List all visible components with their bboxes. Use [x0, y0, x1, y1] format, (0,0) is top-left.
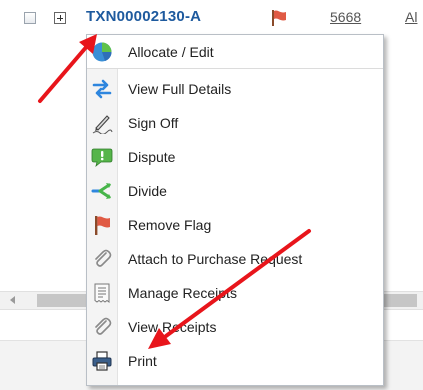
- scroll-left-icon[interactable]: [10, 296, 15, 304]
- expand-row-icon[interactable]: [54, 12, 66, 24]
- transaction-id[interactable]: TXN00002130-A: [86, 8, 201, 25]
- receipt-icon: [94, 283, 110, 303]
- row-checkbox[interactable]: [24, 12, 36, 24]
- app-screen: TXN00002130-A 5668 Al Allocate / Edit Vi…: [0, 0, 423, 390]
- menu-item-sign-off[interactable]: Sign Off: [87, 106, 383, 139]
- menu-item-label: Remove Flag: [128, 217, 212, 233]
- next-column-link[interactable]: Al: [405, 9, 417, 25]
- menu-item-divide[interactable]: Divide: [87, 174, 383, 207]
- menu-item-dispute[interactable]: Dispute: [87, 140, 383, 173]
- amount-link[interactable]: 5668: [330, 9, 361, 25]
- menu-item-view-receipts[interactable]: View Receipts: [87, 310, 383, 343]
- flag-icon: [95, 216, 110, 235]
- printer-icon: [92, 351, 112, 371]
- menu-item-attach-purchase-request[interactable]: Attach to Purchase Request: [87, 242, 383, 275]
- menu-item-label: Allocate / Edit: [128, 44, 214, 60]
- menu-item-label: Sign Off: [128, 115, 179, 131]
- speech-bubble-icon: [91, 148, 113, 168]
- split-icon: [91, 183, 111, 199]
- menu-item-remove-flag[interactable]: Remove Flag: [87, 208, 383, 241]
- menu-item-label: Divide: [128, 183, 167, 199]
- row-actions-menu: Allocate / Edit View Full Details Sign O…: [86, 34, 384, 386]
- menu-item-label: Print: [128, 353, 157, 369]
- pen-signature-icon: [92, 115, 113, 134]
- menu-item-label: View Receipts: [128, 319, 217, 335]
- menu-item-label: Dispute: [128, 149, 176, 165]
- menu-item-label: Manage Receipts: [128, 285, 237, 301]
- swap-arrows-icon: [92, 79, 112, 99]
- menu-item-allocate-edit[interactable]: Allocate / Edit: [87, 35, 383, 69]
- paperclip-icon: [95, 317, 112, 335]
- paperclip-icon: [95, 249, 112, 267]
- menu-item-view-full-details[interactable]: View Full Details: [87, 72, 383, 105]
- menu-item-print[interactable]: Print: [87, 344, 383, 377]
- menu-item-manage-receipts[interactable]: Manage Receipts: [87, 276, 383, 309]
- transaction-row: TXN00002130-A 5668 Al: [0, 0, 423, 36]
- menu-item-label: View Full Details: [128, 81, 232, 97]
- pie-chart-icon: [92, 42, 112, 62]
- flag-icon[interactable]: [270, 9, 288, 27]
- menu-item-label: Attach to Purchase Request: [128, 251, 303, 267]
